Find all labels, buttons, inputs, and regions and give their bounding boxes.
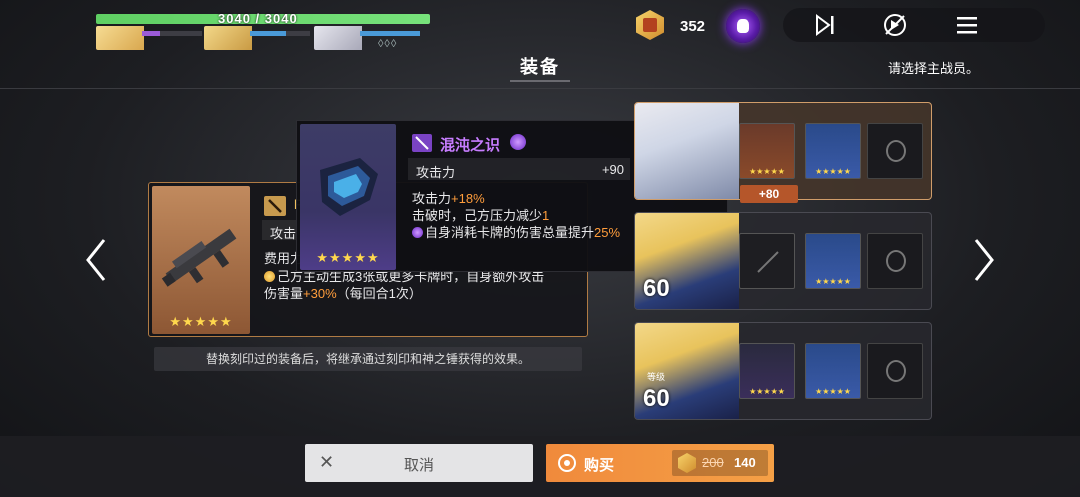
party-portrait-1[interactable] [96, 26, 204, 50]
tooltip-stars: ★★★★★ [316, 250, 380, 265]
tooltip-stat-label: 攻击力 [416, 165, 456, 180]
item-stars: ★★★★★ [169, 314, 233, 329]
accessory-slot[interactable] [867, 123, 923, 179]
tooltip-stat-row: 攻击力 +90 [408, 158, 630, 180]
tooltip-line3: 自身消耗卡牌的伤害总量提升25% [412, 222, 620, 241]
ring-icon [886, 360, 906, 382]
buy-button[interactable]: 购买 200 140 [546, 444, 774, 482]
price-box: 200 140 [672, 450, 768, 476]
party-portrait-2[interactable] [204, 26, 312, 50]
bottom-bar [0, 436, 1080, 497]
hp-text: 3040 / 3040 [218, 11, 298, 26]
title-divider [510, 80, 570, 82]
accessory-slot[interactable] [867, 233, 923, 289]
rarity-orb-icon [510, 134, 526, 150]
next-arrow-icon[interactable] [968, 234, 1000, 286]
header-divider [0, 88, 1080, 89]
menu-icon[interactable] [953, 12, 981, 38]
prev-arrow-icon[interactable] [80, 234, 112, 286]
relic-orb-icon[interactable] [726, 9, 760, 43]
buy-label: 购买 [584, 457, 615, 474]
hint-text: 请选择主战员。 [888, 61, 980, 76]
ring-icon [886, 140, 906, 162]
item-effect-line2: 伤害量+30%（每回合1次） [264, 286, 422, 301]
gauntlet-weapon-image: ★★★★★ [300, 124, 396, 270]
member-level: 60 [643, 385, 670, 412]
cancel-label: 取消 [403, 457, 434, 474]
member-level-label: 等级 [647, 372, 666, 382]
cancel-button[interactable]: ✕ 取消 [305, 444, 533, 482]
weapon-slot[interactable] [739, 233, 795, 289]
footer-note: 替换刻印过的装备后，将继承通过刻印和神之锤获得的效果。 [154, 347, 582, 371]
member-level: 60 [643, 275, 670, 302]
skip-icon[interactable] [811, 12, 839, 38]
armor-slot[interactable]: ★★★★★ [805, 343, 861, 399]
confirm-circle-icon [558, 454, 576, 472]
currency-icon [636, 10, 664, 40]
old-price: 200 [702, 455, 724, 470]
weapon-slot[interactable]: ★★★★★ [739, 343, 795, 399]
new-price: 140 [734, 455, 756, 470]
accessory-slot[interactable] [867, 343, 923, 399]
member-panel-3[interactable]: 等级 60 ★★★★★ ★★★★★ [634, 322, 932, 420]
tooltip-stat-value: +90 [601, 162, 624, 177]
item-stat-label: 攻击 [270, 226, 297, 241]
rifle-weapon-image: ★★★★★ [152, 186, 250, 334]
weapon-type-icon [264, 196, 286, 216]
currency-value: 352 [680, 18, 706, 35]
auto-speed-icon[interactable] [881, 12, 909, 38]
tooltip-name: 混沌之识 [440, 137, 501, 154]
armor-slot[interactable]: ★★★★★ [805, 123, 861, 179]
party-portrait-3[interactable] [314, 26, 422, 50]
member-panel-2[interactable]: 60 ★★★★★ [634, 212, 932, 310]
control-bar [783, 8, 1045, 42]
weapon-type-icon [412, 134, 432, 152]
gem-slots: ◊◊◊ [378, 38, 398, 50]
armor-slot[interactable]: ★★★★★ [805, 233, 861, 289]
weapon-slot[interactable]: ★★★★★ [739, 123, 795, 179]
stat-gain-badge: +80 [740, 185, 798, 203]
currency-icon [678, 453, 696, 473]
ring-icon [886, 250, 906, 272]
